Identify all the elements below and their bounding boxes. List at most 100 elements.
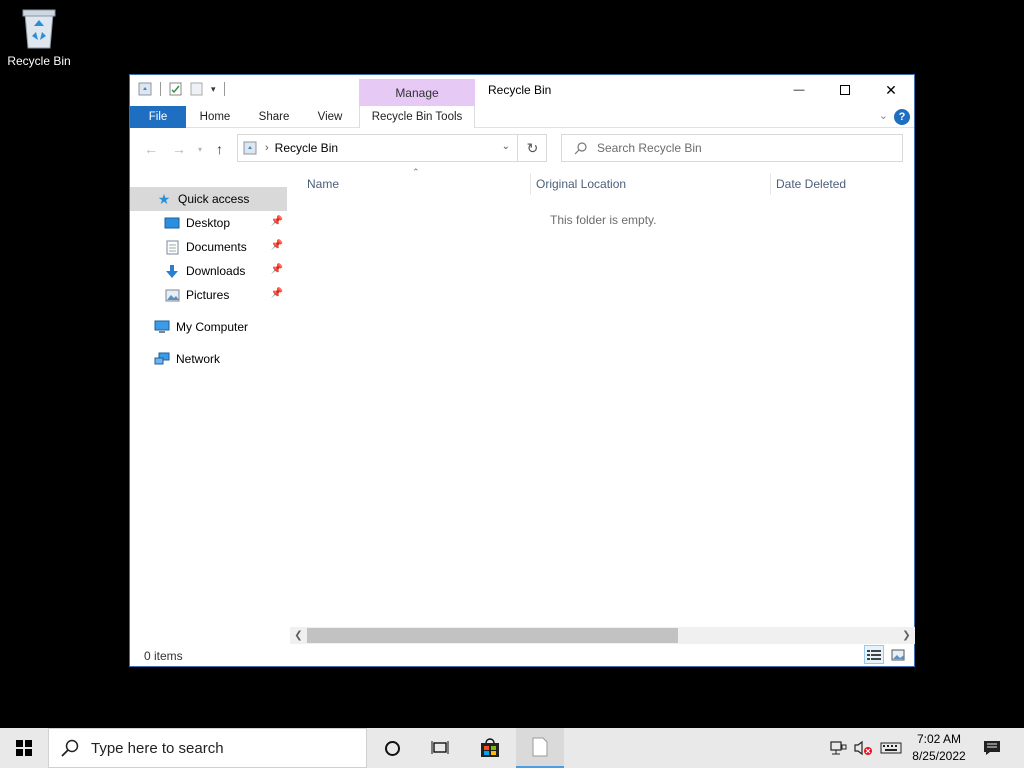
nav-item-desktop[interactable]: Desktop 📌 [130, 211, 287, 235]
clock-time: 7:02 AM [916, 732, 962, 746]
store-button[interactable] [466, 728, 514, 768]
clock-date: 8/25/2022 [912, 749, 966, 763]
keyboard-tray-button[interactable] [878, 728, 904, 768]
breadcrumb-chevron-icon[interactable]: › [265, 142, 269, 154]
store-icon [481, 738, 499, 757]
volume-tray-button[interactable] [852, 728, 874, 768]
recycle-bin-address-icon [243, 141, 257, 155]
desktop-recycle-bin-label: Recycle Bin [7, 54, 71, 68]
pin-icon: 📌 [270, 216, 283, 227]
keyboard-icon [880, 742, 902, 754]
nav-quick-access-label: Quick access [178, 192, 250, 206]
documents-icon [164, 239, 180, 255]
forward-arrow-icon[interactable]: → [172, 141, 186, 157]
address-dropdown-icon[interactable]: ⌄ [502, 141, 510, 152]
desktop-recycle-bin[interactable]: Recycle Bin [4, 6, 74, 68]
navigation-pane: ★ Quick access Desktop 📌 Documents 📌 Dow… [130, 185, 287, 625]
properties-icon[interactable] [169, 82, 182, 96]
large-icons-view-button[interactable] [888, 645, 908, 664]
minimize-button[interactable]: — [776, 75, 822, 105]
refresh-button[interactable]: ↻ [517, 134, 547, 162]
nav-pictures-label: Pictures [186, 288, 230, 302]
window-controls: — ✕ [776, 75, 914, 105]
nav-network[interactable]: Network [130, 347, 287, 371]
new-folder-icon[interactable] [190, 82, 203, 96]
file-explorer-taskbar-button[interactable] [516, 728, 564, 768]
search-icon [61, 739, 79, 757]
recycle-bin-small-icon[interactable] [138, 82, 152, 96]
file-list: ⌃ Name Original Location Date Deleted Th… [290, 167, 915, 637]
recent-locations-icon[interactable]: ▾ [198, 145, 202, 154]
network-tray-button[interactable] [828, 728, 848, 768]
column-divider[interactable] [770, 173, 771, 195]
scroll-left-icon[interactable]: ❮ [290, 628, 307, 643]
notifications-button[interactable] [978, 728, 1006, 768]
pin-icon: 📌 [270, 288, 283, 299]
tab-home[interactable]: Home [192, 106, 238, 128]
details-view-icon [867, 649, 881, 660]
details-view-button[interactable] [864, 645, 884, 664]
task-view-button[interactable] [416, 728, 464, 768]
quick-access-toolbar: ▾ [138, 82, 225, 96]
search-placeholder: Search Recycle Bin [597, 141, 702, 155]
tab-view[interactable]: View [308, 106, 352, 128]
document-icon [532, 737, 548, 757]
empty-folder-message: This folder is empty. [550, 213, 657, 227]
nav-item-downloads[interactable]: Downloads 📌 [130, 259, 287, 283]
clock[interactable]: 7:02 AM 8/25/2022 [906, 731, 972, 765]
nav-item-pictures[interactable]: Pictures 📌 [130, 283, 287, 307]
pictures-icon [164, 287, 180, 303]
help-icon[interactable]: ? [894, 109, 910, 125]
customize-qat-icon[interactable]: ▾ [211, 84, 216, 95]
pin-icon: 📌 [270, 240, 283, 251]
maximize-icon [840, 85, 850, 95]
network-tray-icon [830, 741, 847, 755]
sort-up-icon: ⌃ [412, 167, 420, 177]
cortana-button[interactable] [368, 728, 416, 768]
nav-my-computer-label: My Computer [176, 320, 249, 334]
view-switcher [864, 645, 908, 664]
expand-ribbon-icon[interactable]: ⌄ [879, 109, 888, 122]
address-bar[interactable]: › Recycle Bin ⌄ [237, 134, 547, 162]
task-view-icon [431, 741, 449, 754]
taskbar-search-input[interactable]: Type here to search [48, 728, 367, 768]
explorer-window: ▾ Manage Recycle Bin — ✕ File Home Share… [129, 74, 915, 667]
nav-item-documents[interactable]: Documents 📌 [130, 235, 287, 259]
start-button[interactable] [0, 728, 48, 768]
nav-my-computer[interactable]: My Computer [130, 315, 287, 339]
breadcrumb[interactable]: Recycle Bin [275, 141, 338, 155]
column-original-location[interactable]: Original Location [536, 177, 626, 191]
scroll-right-icon[interactable]: ❯ [898, 628, 915, 643]
up-arrow-icon[interactable]: ↑ [216, 141, 223, 157]
recycle-bin-icon [22, 9, 56, 49]
pin-icon: 📌 [270, 264, 283, 275]
tab-recycle-bin-tools[interactable]: Recycle Bin Tools [359, 106, 475, 128]
nav-documents-label: Documents [186, 240, 247, 254]
nav-network-label: Network [176, 352, 221, 366]
nav-quick-access[interactable]: ★ Quick access [130, 187, 287, 211]
taskbar: Type here to search 7:02 AM 8/25/2022 [0, 728, 1024, 768]
tab-file[interactable]: File [130, 106, 186, 128]
nav-downloads-label: Downloads [186, 264, 246, 278]
cortana-circle-icon [384, 740, 400, 756]
horizontal-scrollbar[interactable]: ❮ ❯ [290, 627, 915, 644]
qat-separator-2 [223, 82, 225, 96]
minimize-icon: — [793, 84, 805, 96]
status-item-count: 0 items [144, 649, 183, 663]
column-divider[interactable] [530, 173, 531, 195]
column-name[interactable]: Name [307, 177, 339, 191]
tab-share[interactable]: Share [251, 106, 297, 128]
manage-contextual-tab[interactable]: Manage [359, 79, 475, 106]
notification-icon [984, 741, 1000, 755]
nav-desktop-label: Desktop [186, 216, 231, 230]
star-icon: ★ [157, 190, 171, 207]
refresh-icon: ↻ [526, 139, 539, 156]
scroll-thumb[interactable] [307, 628, 678, 643]
maximize-button[interactable] [822, 75, 868, 105]
search-input[interactable]: Search Recycle Bin [561, 134, 903, 162]
column-date-deleted[interactable]: Date Deleted [776, 177, 846, 191]
back-arrow-icon[interactable]: ← [144, 141, 158, 157]
volume-muted-icon [854, 740, 872, 756]
close-button[interactable]: ✕ [868, 75, 914, 105]
taskbar-search-placeholder: Type here to search [91, 739, 224, 757]
